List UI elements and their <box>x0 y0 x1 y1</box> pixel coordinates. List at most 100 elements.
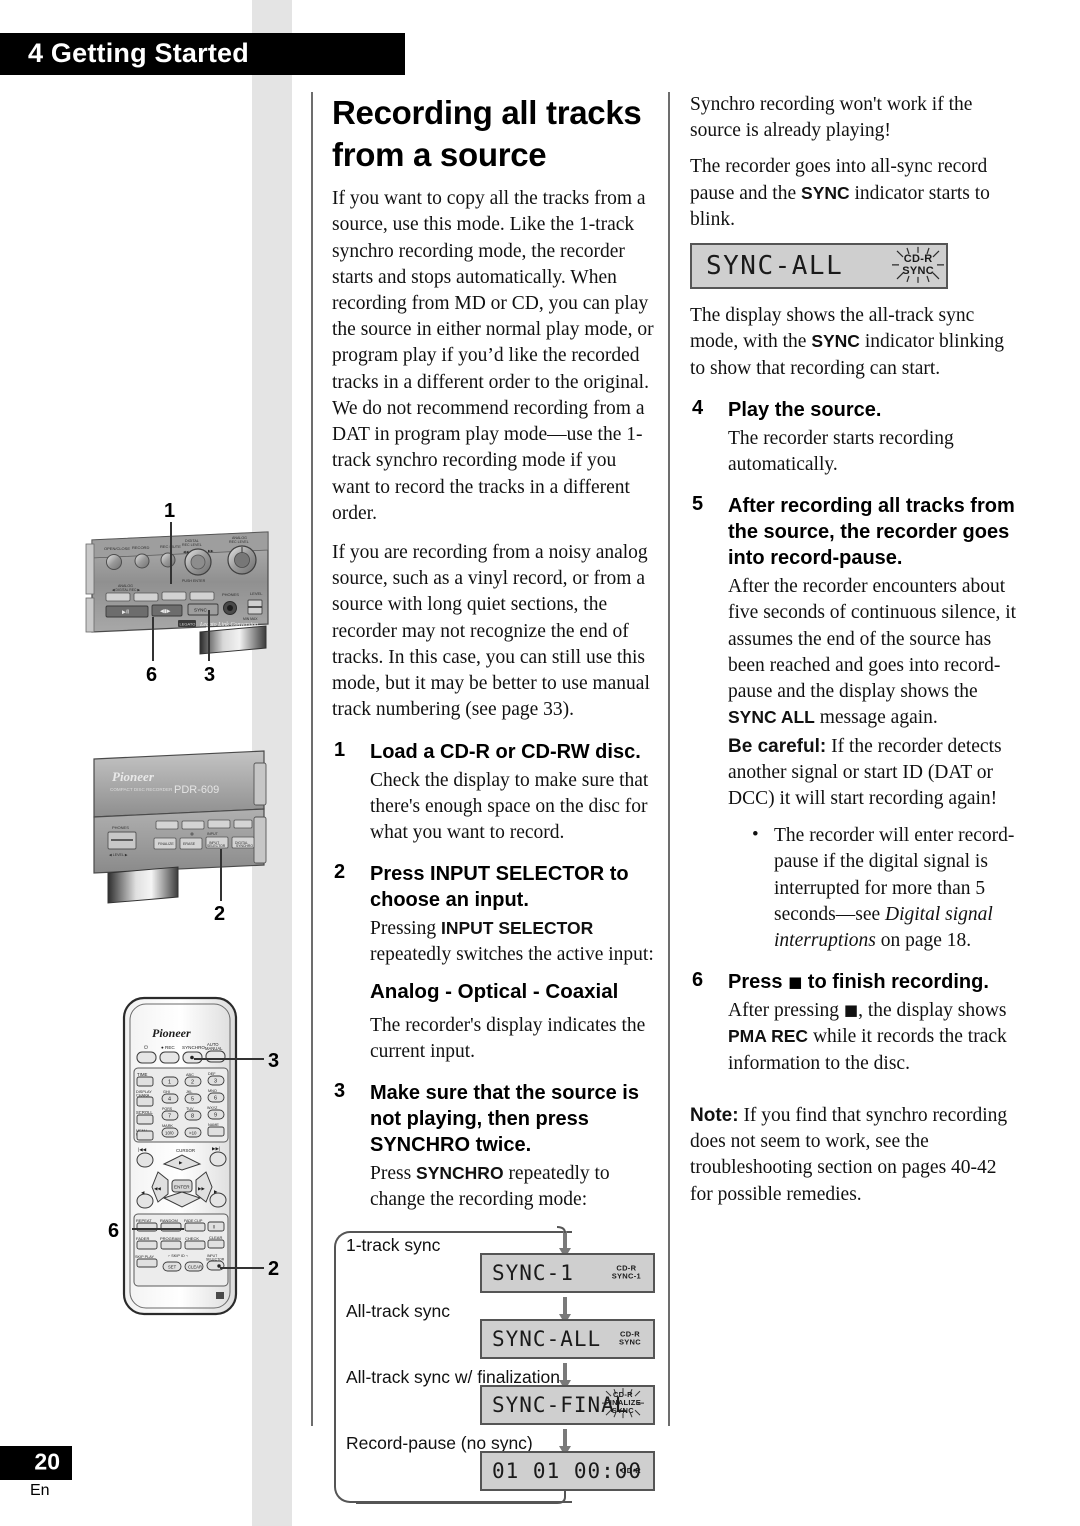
step-1: 1 Load a CD-R or CD-RW disc. <box>332 739 657 765</box>
svg-text:◀ DIGITAL REC ▶: ◀ DIGITAL REC ▶ <box>112 588 140 592</box>
step-4-body: The recorder starts recording automatica… <box>728 427 954 475</box>
sync-mode-cycle-diagram: 1-track sync All-track sync All-track sy… <box>332 1225 657 1507</box>
right-paragraph-2: The recorder goes into all-sync record p… <box>690 154 1020 233</box>
svg-text:COMPACT DISC RECORDER: COMPACT DISC RECORDER <box>110 787 173 792</box>
step-1-number: 1 <box>334 738 346 761</box>
svg-text:◀▮▶: ◀▮▶ <box>160 609 171 615</box>
intro-paragraph-1: If you want to copy all the tracks from … <box>332 188 654 524</box>
svg-text:TUV: TUV <box>186 1107 194 1111</box>
step-6-heading-pre: Press <box>728 971 789 994</box>
svg-text:9: 9 <box>214 1113 217 1119</box>
svg-text:6: 6 <box>214 1096 217 1102</box>
cycle-lcd-1-ind2: SYNC <box>618 1337 641 1347</box>
step-6-body-pre: After pressing <box>728 1000 844 1022</box>
svg-text:SELECTOR: SELECTOR <box>207 844 226 848</box>
svg-text:MARK: MARK <box>162 1124 173 1128</box>
remote-control-illustration: Pioneer ⏻ ● REC SYNCHRO AUTO MANUAL TIME… <box>90 992 305 1322</box>
sync-all-ind-sync: SYNC <box>902 265 934 278</box>
blink-halo-2: CD-R FINALIZE SYNC <box>601 1388 644 1419</box>
list-item: The recorder will enter record-pause if … <box>750 822 1020 954</box>
svg-text:CHECK: CHECK <box>185 1236 199 1241</box>
cycle-lcd-3-indicator: CD-R <box>621 1465 641 1475</box>
step-3-heading: Make sure that the source is not playing… <box>370 1082 639 1157</box>
svg-text:▶: ▶ <box>214 1189 218 1194</box>
cycle-lcd-0-ind2: SYNC-1 <box>611 1271 641 1281</box>
step-2-body-pre: Pressing <box>370 918 441 940</box>
blink-halo-main: CD-R SYNC <box>892 247 945 284</box>
step-3-number: 3 <box>334 1080 346 1103</box>
svg-text:ABC: ABC <box>186 1073 194 1077</box>
pma-rec-term: PMA REC <box>728 1026 809 1047</box>
step-1-body-wrap: Check the display to make sure that ther… <box>332 768 657 847</box>
step-2-body-post: repeatedly switches the active input: <box>370 944 654 966</box>
step-3-body: Press SYNCHRO repeatedly to change the r… <box>370 1161 657 1213</box>
step-5-number: 5 <box>692 493 704 516</box>
svg-text:PROGRAM: PROGRAM <box>160 1236 181 1241</box>
svg-text:CLEAR: CLEAR <box>188 1265 202 1270</box>
right-paragraph-3: The display shows the all-track sync mod… <box>690 303 1020 382</box>
sync-term-2: SYNC <box>811 331 860 352</box>
cycle-lcd-3-ind1: CD-R <box>621 1465 641 1475</box>
synchro-term: SYNCHRO <box>416 1163 504 1184</box>
be-careful-label: Be careful: <box>728 735 827 757</box>
svg-text:SET: SET <box>168 1265 177 1270</box>
sync-all-display-text: SYNC-ALL <box>706 251 844 282</box>
manual-page: 4 Getting Started 1 OPEN/CLOSE RECORD RE… <box>0 0 1080 1526</box>
svg-text:4: 4 <box>168 1097 171 1103</box>
column-rule-right <box>668 92 670 1426</box>
step-6-heading: Press ■ to finish recording. <box>728 969 1020 995</box>
svg-text:DEF: DEF <box>208 1072 216 1076</box>
step-2-heading: Press INPUT SELECTOR to choose an input. <box>370 863 629 912</box>
cycle-lcd-2-indicator: CD-R FINALIZE SYNC <box>601 1388 644 1419</box>
intro-paragraph-2: If you are recording from a noisy analog… <box>332 542 650 721</box>
leader-line-remote-2 <box>220 1267 264 1269</box>
cycle-lcd-1-text: SYNC-ALL <box>492 1326 602 1351</box>
page-number-box: 20 <box>0 1446 72 1480</box>
step-2: 2 Press INPUT SELECTOR to choose an inpu… <box>332 861 657 913</box>
step-2-body-wrap: Pressing INPUT SELECTOR repeatedly switc… <box>332 916 657 1065</box>
sync-all-indicator: CD-R SYNC <box>892 247 945 284</box>
step-2-number: 2 <box>334 861 346 884</box>
svg-text:Pioneer: Pioneer <box>152 1026 191 1040</box>
leader-line-remote-6 <box>132 1228 184 1230</box>
step-5-body: After the recorder encounters about five… <box>728 574 1020 731</box>
cycle-label-0: 1-track sync <box>346 1234 441 1255</box>
step-3-body-wrap: Press SYNCHRO repeatedly to change the r… <box>332 1161 657 1213</box>
input-sequence-subhead: Analog - Optical - Coaxial <box>370 979 619 1003</box>
stop-square-icon: ■ <box>843 1001 859 1020</box>
svg-text:GHI: GHI <box>163 1090 170 1094</box>
cycle-lcd-1-indicator: CD-R SYNC <box>618 1329 641 1347</box>
step-3: 3 Make sure that the source is not playi… <box>332 1080 657 1158</box>
step-5-body-pre: After the recorder encounters about five… <box>728 576 1017 703</box>
svg-text:WXYZ: WXYZ <box>207 1106 218 1110</box>
step-3-body-pre: Press <box>370 1163 417 1185</box>
leader-line-3 <box>208 610 210 661</box>
column-rule-left <box>311 92 313 1426</box>
callout-2: 2 <box>214 903 226 925</box>
cycle-lcd-2: SYNC-FINAL CD-R FINALIZE SYNC <box>480 1384 655 1425</box>
sync-all-ind-cdr: CD-R <box>903 252 933 265</box>
leader-line-1 <box>170 522 172 584</box>
svg-text:PDR-609: PDR-609 <box>174 784 219 796</box>
svg-text:NAME: NAME <box>208 1123 219 1127</box>
svg-text:FADER: FADER <box>136 1236 149 1241</box>
svg-text:⏻: ⏻ <box>144 1045 148 1051</box>
main-text-column: Recording all tracks from a source If yo… <box>332 92 657 1507</box>
svg-text:3: 3 <box>214 1079 217 1085</box>
svg-text:MIN MAX: MIN MAX <box>243 617 258 621</box>
leader-line-6 <box>152 617 154 661</box>
svg-text:SCROLL: SCROLL <box>136 1110 153 1115</box>
step-5-bullet-list: The recorder will enter record-pause if … <box>728 822 1020 954</box>
svg-text:LEVEL: LEVEL <box>250 591 263 596</box>
svg-text:REPEAT: REPEAT <box>136 1218 152 1223</box>
chapter-banner: 4 Getting Started <box>0 33 405 75</box>
page-number: 20 <box>34 1448 60 1475</box>
svg-text:SYNC: SYNC <box>194 608 207 613</box>
step-6-number: 6 <box>692 969 704 992</box>
svg-text:◀◀: ◀◀ <box>154 1186 161 1191</box>
svg-text:▶▶: ▶▶ <box>198 1186 205 1191</box>
svg-text:1: 1 <box>168 1080 171 1086</box>
step-2-body-2: The recorder's display indicates the cur… <box>370 1014 646 1062</box>
sync-term-1: SYNC <box>801 182 850 203</box>
callout-remote-6: 6 <box>108 1220 120 1242</box>
